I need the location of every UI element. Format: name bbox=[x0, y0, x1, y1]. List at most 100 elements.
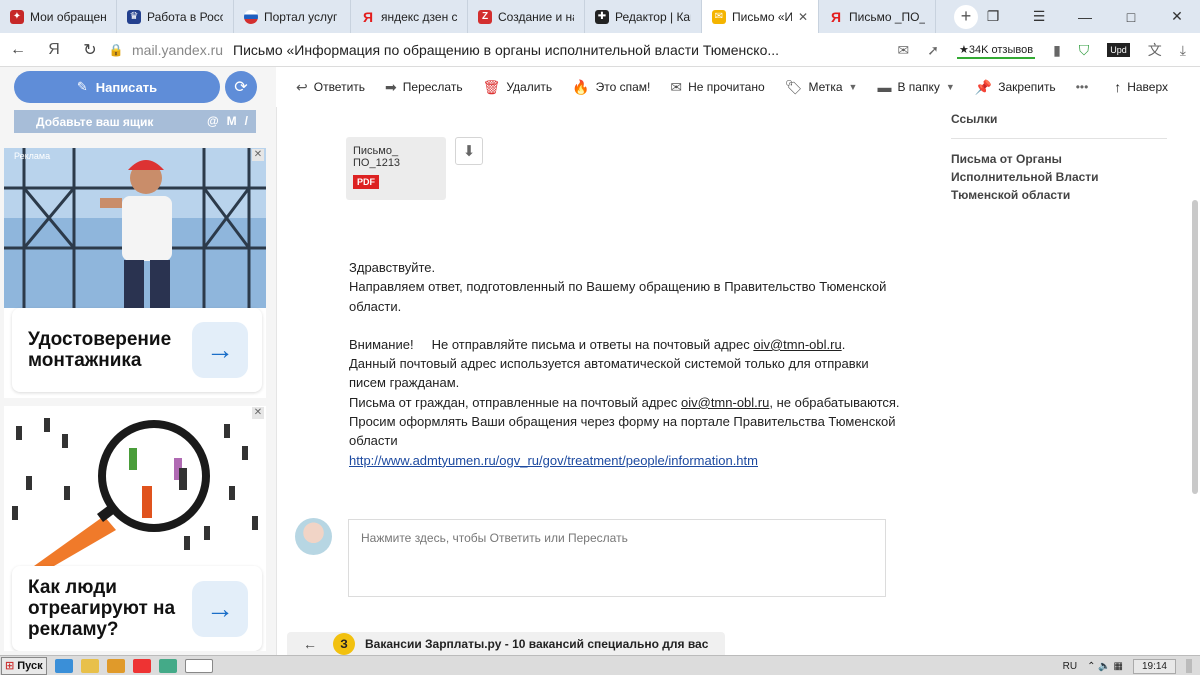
tab-1[interactable]: ✦ Мои обращени bbox=[0, 0, 117, 33]
translate-icon[interactable]: 文 bbox=[1148, 40, 1162, 60]
arrow-right-icon[interactable]: → bbox=[192, 322, 248, 378]
ad-banner-2[interactable]: ✕ Как люди отреагируют на рекламу? → bbox=[4, 406, 266, 651]
portal-link[interactable]: http://www.admtyumen.ru/ogv_ru/gov/treat… bbox=[349, 453, 758, 468]
email-link[interactable]: oiv@tmn-obl.ru bbox=[753, 337, 841, 352]
clock[interactable]: 19:14 bbox=[1132, 658, 1176, 674]
active-yandex-window-icon[interactable] bbox=[185, 658, 213, 673]
explorer-icon[interactable] bbox=[81, 658, 99, 673]
flag-icon bbox=[244, 9, 258, 24]
links-heading[interactable]: Ссылки bbox=[951, 110, 1171, 128]
yandex-browser-icon[interactable] bbox=[133, 658, 151, 673]
pdf-badge: PDF bbox=[353, 175, 379, 189]
ie-icon[interactable] bbox=[55, 658, 73, 673]
pin-button[interactable]: 📌 Закрепить bbox=[965, 79, 1066, 96]
ad-image-climber bbox=[4, 148, 266, 308]
ad-card-2[interactable]: Как люди отреагируют на рекламу? → bbox=[12, 566, 262, 651]
address-actions: ✉ ➚ ★34K отзывов ▮ ⛉ Upd 文 ⤓ bbox=[898, 33, 1200, 67]
scrollbar[interactable] bbox=[1192, 200, 1198, 494]
compose-button[interactable]: ✎ Написать bbox=[14, 71, 220, 103]
tray-icons[interactable]: ⌃ 🔈 ▦ bbox=[1087, 661, 1123, 672]
show-desktop-icon[interactable] bbox=[1186, 659, 1192, 673]
window-controls: ❐ ☰ — □ ✕ bbox=[970, 0, 1200, 33]
ad-close-icon[interactable]: ✕ bbox=[252, 149, 264, 161]
fire-icon: 🔥 bbox=[572, 78, 590, 95]
mail-services-icons: @ M / bbox=[207, 114, 248, 128]
tab-7-active[interactable]: ✉Письмо «Инф✕ bbox=[702, 0, 819, 33]
ad-card-1[interactable]: Удостоверение монтажника → bbox=[12, 308, 262, 392]
reply-button[interactable]: ↩ Ответить bbox=[286, 79, 375, 96]
reload-icon[interactable]: ↻ bbox=[72, 40, 108, 60]
delete-button[interactable]: 🗑 Удалить bbox=[473, 79, 563, 96]
sender-badge: З bbox=[333, 632, 355, 655]
mail-share-icon[interactable]: ✉ bbox=[898, 42, 910, 59]
ad-close-icon-2[interactable]: ✕ bbox=[252, 407, 264, 419]
scroll-top-button[interactable]: ↑ Наверх bbox=[1104, 79, 1178, 95]
tab-4[interactable]: Яяндекс дзен со bbox=[351, 0, 468, 33]
attachment-name-2: ПО_1213 bbox=[353, 157, 401, 169]
download-attachment-button[interactable]: ⬇ bbox=[455, 137, 483, 165]
refresh-button[interactable]: ⟳ bbox=[225, 71, 257, 103]
reply-icon: ↩ bbox=[296, 78, 308, 95]
close-tab-icon[interactable]: ✕ bbox=[798, 10, 808, 24]
message-body: Здравствуйте. Направляем ответ, подготов… bbox=[349, 260, 900, 468]
ad-banner-1[interactable]: Реклама ✕ Удостоверение монтажника → bbox=[4, 148, 266, 398]
attachment-card[interactable]: Письмо_ ПО_1213 PDF bbox=[346, 137, 446, 200]
spam-button[interactable]: 🔥 Это спам! bbox=[562, 79, 660, 96]
download-icon: ⬇ bbox=[462, 143, 476, 160]
language-indicator[interactable]: RU bbox=[1063, 661, 1077, 672]
tab-2[interactable]: ♛Работа в Росси bbox=[117, 0, 234, 33]
tab-5[interactable]: ZСоздание и нас bbox=[468, 0, 585, 33]
close-window-icon[interactable]: ✕ bbox=[1154, 8, 1200, 25]
chrome-icon[interactable] bbox=[159, 658, 177, 673]
bookmark-icon[interactable]: ▮ bbox=[1053, 42, 1061, 59]
next-message-subject: Вакансии Зарплаты.ру - 10 вакансий специ… bbox=[365, 636, 709, 651]
pin-icon[interactable]: ➚ bbox=[927, 42, 939, 59]
yandex-logo-icon[interactable]: Я bbox=[36, 41, 72, 59]
tabs-icon[interactable]: ❐ bbox=[970, 8, 1016, 25]
gosuslugi-icon: ✦ bbox=[10, 9, 24, 24]
unread-button[interactable]: ✉ Не прочитано bbox=[660, 79, 774, 96]
lock-icon: 🔒 bbox=[108, 42, 124, 57]
add-mailbox-button[interactable]: Добавьте ваш ящик @ M / bbox=[14, 110, 256, 133]
gmail-icon: M bbox=[226, 114, 237, 128]
update-icon[interactable]: Upd bbox=[1107, 43, 1130, 57]
pushpin-icon: 📌 bbox=[974, 78, 993, 95]
attachment-name: Письмо_ bbox=[353, 145, 399, 157]
mail-toolbar: ↩ Ответить ➡ Переслать 🗑 Удалить 🔥 Это спам!… bbox=[276, 67, 1200, 107]
menu-icon[interactable]: ☰ bbox=[1016, 8, 1062, 25]
zen-icon: Z bbox=[478, 9, 492, 24]
envelope-icon: ✉ bbox=[670, 78, 683, 95]
start-button[interactable]: ⊞ Пуск bbox=[1, 656, 47, 675]
more-dots-icon: ••• bbox=[1075, 80, 1089, 94]
arrow-left-icon[interactable]: ← bbox=[287, 636, 333, 652]
url-host[interactable]: mail.yandex.ru bbox=[132, 42, 223, 58]
forward-button[interactable]: ➡ Переслать bbox=[375, 79, 473, 96]
more-button[interactable]: ••• bbox=[1066, 80, 1099, 94]
ad-title: Удостоверение монтажника bbox=[28, 329, 172, 371]
trash-icon: 🗑 bbox=[482, 78, 501, 95]
os-taskbar: ⊞ Пуск RU ⌃ 🔈 ▦ 19:14 bbox=[0, 655, 1200, 675]
folder-button[interactable]: ▬ В папку ▼ bbox=[867, 79, 964, 95]
forward-icon: ➡ bbox=[385, 78, 397, 95]
address-bar: ← Я ↻ 🔒 mail.yandex.ru Письмо «Информаци… bbox=[0, 33, 1200, 67]
arrow-right-icon-2[interactable]: → bbox=[192, 580, 248, 637]
divider bbox=[951, 138, 1167, 139]
label-button[interactable]: 🏷 Метка ▼ bbox=[775, 79, 868, 96]
back-arrow-icon[interactable]: ← bbox=[0, 41, 36, 59]
maximize-icon[interactable]: □ bbox=[1108, 9, 1154, 25]
reviews-badge[interactable]: ★34K отзывов bbox=[957, 42, 1036, 59]
next-message-bar[interactable]: ← З Вакансии Зарплаты.ру - 10 вакансий с… bbox=[287, 632, 725, 655]
arrow-up-icon: ↑ bbox=[1114, 79, 1122, 95]
quick-reply-input[interactable]: Нажмите здесь, чтобы Ответить или Пересл… bbox=[348, 519, 886, 597]
tab-3[interactable]: Портал услуг Т bbox=[234, 0, 351, 33]
avatar bbox=[295, 518, 332, 555]
sender-link[interactable]: Письма от Органы Исполнительной Власти Т… bbox=[951, 150, 1171, 204]
windows-logo-icon: ⊞ bbox=[5, 660, 15, 672]
shield-icon[interactable]: ⛉ bbox=[1079, 42, 1090, 59]
tab-8[interactable]: Я Письмо _ПО_1 bbox=[819, 0, 936, 33]
media-icon[interactable] bbox=[107, 658, 125, 673]
minimize-icon[interactable]: — bbox=[1062, 9, 1108, 25]
tab-6[interactable]: ✚ Редактор | Как bbox=[585, 0, 702, 33]
download-icon[interactable]: ⤓ bbox=[1180, 42, 1186, 59]
email-link-2[interactable]: oiv@tmn-obl.ru bbox=[681, 395, 769, 410]
